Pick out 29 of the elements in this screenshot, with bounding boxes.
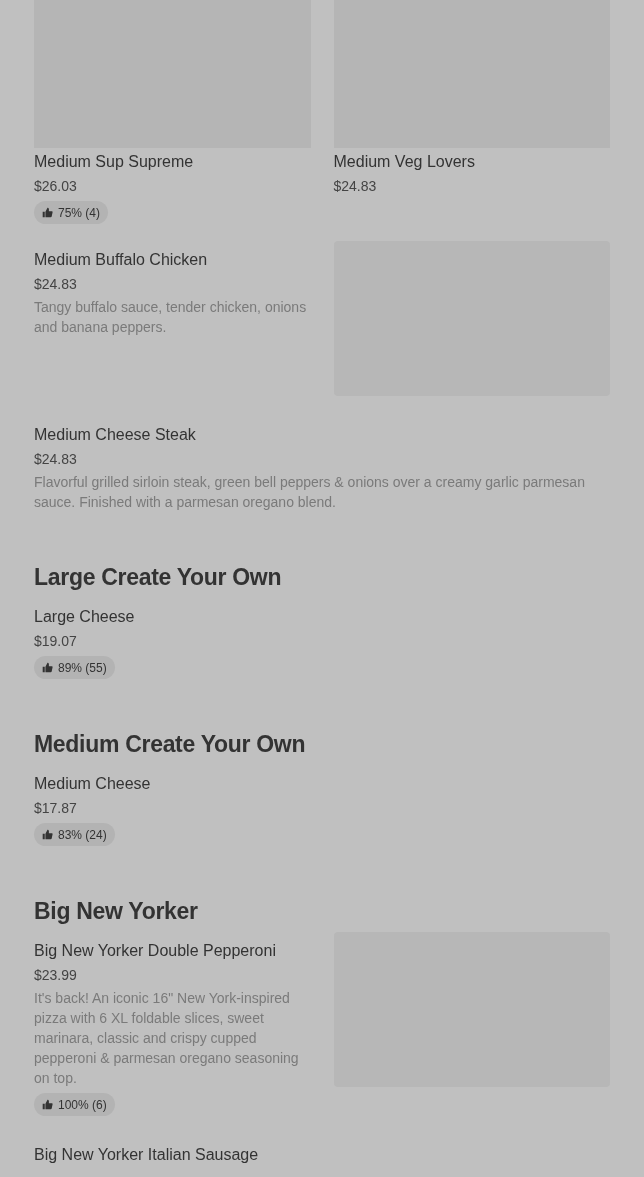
item-description: It's back! An iconic 16" New York-inspired pizza with 6 XL foldable slices, sweet marinara, classic and crispy cupped pepperoni & parmesan oregano seasoning on top. [34,989,300,1088]
item-name: Medium Cheese Steak [34,425,196,445]
item-name: Medium Veg Lovers [333,152,476,172]
item-name: Medium Cheese [34,774,151,794]
item-price: $17.87 [34,799,77,818]
thumbs-up-icon [42,662,53,673]
section-heading: Large Create Your Own [34,563,283,592]
rating-badge: 83% (24) [34,823,115,846]
item-price: $23.99 [34,966,77,985]
thumbs-up-icon [42,1099,53,1110]
item-price: $26.03 [34,177,78,196]
item-name: Big New Yorker Double Pepperoni [34,941,276,961]
rating-badge: 75% (4) [34,201,109,224]
section-heading: Big New Yorker [34,897,199,926]
item-description: Flavorful grilled sirloin steak, green bell peppers & onions over a creamy garlic parmesan sauce. Finished with a parmesan oregano blend. [34,473,586,512]
item-description: Tangy buffalo sauce, tender chicken, onions and banana peppers. [34,298,308,337]
item-name: Large Cheese [34,607,135,627]
rating-badge: 89% (55) [34,656,115,679]
item-price: $24.83 [34,275,77,294]
item-name: Medium Buffalo Chicken [34,250,208,270]
item-price: $24.83 [333,177,378,196]
thumbs-up-icon [42,207,53,218]
item-price: $19.07 [34,632,77,651]
rating-badge: 100% (6) [34,1093,115,1116]
thumbs-up-icon [42,829,53,840]
item-price: $24.83 [34,450,77,469]
section-heading: Medium Create Your Own [34,730,307,759]
item-name: Medium Sup Supreme [34,152,195,172]
item-name: Big New Yorker Italian Sausage [34,1145,259,1165]
